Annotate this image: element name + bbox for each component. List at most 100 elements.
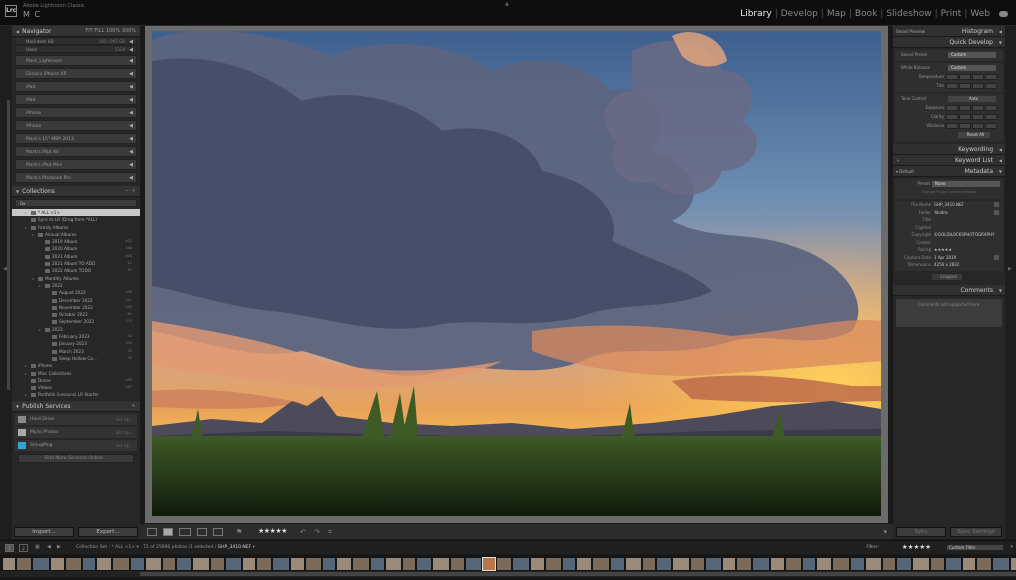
filmstrip-thumbnail[interactable] <box>131 558 144 570</box>
publish-service-setup[interactable]: Set Up... <box>116 414 133 425</box>
collection-item[interactable]: – Videos 167 <box>12 384 140 391</box>
survey-view-icon[interactable] <box>197 528 207 536</box>
filmstrip-thumbnail[interactable] <box>306 558 321 570</box>
collection-item[interactable]: – ▸ iPhone <box>12 362 140 369</box>
filmstrip-thumbnail[interactable] <box>931 558 944 570</box>
filmstrip-thumbnail[interactable] <box>66 558 81 570</box>
filmstrip-thumbnail[interactable] <box>851 558 864 570</box>
filmstrip-thumbnail[interactable] <box>803 558 815 570</box>
filmstrip-thumbnail[interactable] <box>883 558 895 570</box>
filmstrip-thumbnail[interactable] <box>83 558 95 570</box>
collections-add-icon[interactable]: － ＋ <box>124 186 136 197</box>
temperature-buttons[interactable] <box>946 73 1002 80</box>
filmstrip-scroll-thumb[interactable] <box>140 572 1016 576</box>
collection-item[interactable]: – October 2022 61 <box>12 311 140 318</box>
filmstrip-thumbnail[interactable] <box>497 558 511 570</box>
collection-item[interactable]: – January 2023 304 <box>12 340 140 347</box>
filmstrip-thumbnail[interactable] <box>1011 558 1016 570</box>
filmstrip-thumbnail[interactable] <box>963 558 975 570</box>
import-button[interactable]: Import... <box>14 527 74 537</box>
filmstrip-thumbnail[interactable] <box>753 558 769 570</box>
filmstrip-scrollbar[interactable] <box>0 571 1016 577</box>
collection-item[interactable]: – ▾ Monthly Albums <box>12 275 140 282</box>
filmstrip-thumbnail[interactable] <box>866 558 881 570</box>
filmstrip-thumbnail[interactable] <box>897 558 911 570</box>
filter-rating-stars[interactable]: ★★★★★ <box>902 543 931 551</box>
keywording-header[interactable]: Keywording ◀ <box>893 144 1005 155</box>
grid-view-icon[interactable] <box>147 528 157 536</box>
filmstrip-thumbnail[interactable] <box>673 558 689 570</box>
device-item[interactable]: Mark's iPad Mini ◀ <box>15 159 137 170</box>
collection-item[interactable]: – Drone 289 <box>12 377 140 384</box>
collection-item[interactable]: – 2019 Album 402 <box>12 238 140 245</box>
collections-filter-input[interactable]: Q▾ <box>15 199 137 207</box>
collection-item[interactable]: – November 2022 185 <box>12 304 140 311</box>
device-triangle-icon[interactable]: ◀ <box>129 95 133 106</box>
metadata-action-icon[interactable] <box>994 209 999 215</box>
publish-add-icon[interactable]: ＋ <box>131 401 136 412</box>
secondary-window-2[interactable]: 2 <box>19 544 28 552</box>
white-balance-select[interactable]: Custom <box>948 64 996 71</box>
metadata-field[interactable]: Capture Date 1 Apr 2019 <box>898 254 1000 262</box>
collection-item[interactable]: – 2022 Album TODO 81 <box>12 267 140 274</box>
metadata-field[interactable]: File Name GHP_3410.NEF <box>898 201 1000 209</box>
metadata-field[interactable]: Rating ★★★★★ <box>898 246 1000 254</box>
filmstrip-thumbnail[interactable] <box>177 558 191 570</box>
metadata-photo-buttons[interactable]: Change Photo Custom Settings <box>898 188 1000 197</box>
filmstrip-thumbnail[interactable] <box>531 558 544 570</box>
device-triangle-icon[interactable]: ◀ <box>129 134 133 145</box>
filmstrip-thumbnail[interactable] <box>17 558 31 570</box>
toolbar-options-icon[interactable]: ▾ <box>883 528 887 536</box>
collection-item[interactable]: – ▾ 2022 <box>12 282 140 289</box>
comments-box[interactable]: Comments not supported here. <box>896 298 1002 327</box>
keyword-add-icon[interactable]: ＋ <box>896 155 900 166</box>
publish-services-header[interactable]: ▼ Publish Services ＋ <box>12 400 140 412</box>
publish-service-item[interactable]: SmugMug Set Up... <box>15 439 137 451</box>
collection-item[interactable]: – ▸ * ALL <1> <box>12 209 140 217</box>
module-map[interactable]: Map <box>827 9 846 19</box>
metadata-action-icon[interactable] <box>994 202 999 207</box>
filmstrip-thumbnail[interactable] <box>611 558 624 570</box>
collection-item[interactable]: – ▸ Misc Collections <box>12 370 140 377</box>
metadata-field-value[interactable]: Yandra <box>934 209 948 217</box>
filmstrip-thumbnail[interactable] <box>113 558 129 570</box>
cloud-sync-icon[interactable] <box>999 11 1008 17</box>
collection-item[interactable]: – ▾ Annual Albums <box>12 231 140 238</box>
device-triangle-icon[interactable]: ◀ <box>129 173 133 184</box>
filmstrip-thumbnail[interactable] <box>657 558 671 570</box>
left-panel-scrollbar[interactable] <box>7 100 10 390</box>
device-triangle-icon[interactable]: ◀ <box>129 108 133 119</box>
sunset-photo[interactable] <box>152 31 881 516</box>
metadata-cropped-button[interactable]: Cropped <box>932 274 962 280</box>
filmstrip-thumbnail[interactable] <box>577 558 591 570</box>
right-panel-edge[interactable]: ▶ <box>1005 26 1016 539</box>
metadata-field[interactable]: Folder Yandra <box>898 209 1000 217</box>
publish-service-setup[interactable]: Set Up... <box>116 440 133 451</box>
grid-icon[interactable]: ▦ <box>35 544 40 550</box>
filmstrip-thumbnail[interactable] <box>323 558 335 570</box>
filmstrip-breadcrumb[interactable]: Collection Set : * ALL <1> ▾ 72 of 25606… <box>76 545 255 550</box>
collection-item[interactable]: – ▾ Family Albums <box>12 224 140 231</box>
filmstrip-thumbnail[interactable] <box>946 558 961 570</box>
filmstrip-thumbnail[interactable] <box>403 558 415 570</box>
metadata-field-value[interactable]: 4256 x 2832 <box>934 261 959 269</box>
collection-item[interactable]: – March 2023 32 <box>12 348 140 355</box>
filmstrip-thumbnail[interactable] <box>626 558 641 570</box>
back-arrow-icon[interactable]: ◀ <box>47 544 51 550</box>
device-item[interactable]: Mark's 15" MBP 2013 ◀ <box>15 133 137 144</box>
collection-item[interactable]: – Sleep Hollow Ca... 35 <box>12 355 140 362</box>
device-triangle-icon[interactable]: ◀ <box>129 147 133 158</box>
filmstrip-thumbnail[interactable] <box>482 557 496 571</box>
metadata-field[interactable]: Creator <box>898 239 1000 247</box>
collection-item[interactable]: – February 2023 54 <box>12 333 140 340</box>
filmstrip-thumbnail[interactable] <box>817 558 831 570</box>
filmstrip-thumbnail[interactable] <box>977 558 991 570</box>
auto-tone-button[interactable]: Auto <box>948 95 996 102</box>
device-triangle-icon[interactable]: ◀ <box>129 82 133 93</box>
filmstrip-thumbnail[interactable] <box>163 558 175 570</box>
device-item[interactable]: Mark's iPad Air ◀ <box>15 146 137 157</box>
filmstrip-thumbnail[interactable] <box>993 558 1009 570</box>
filmstrip-thumbnail[interactable] <box>563 558 575 570</box>
comments-header[interactable]: Comments ▼ <box>893 284 1005 296</box>
collections-header[interactable]: ▼ Collections － ＋ <box>12 186 140 197</box>
